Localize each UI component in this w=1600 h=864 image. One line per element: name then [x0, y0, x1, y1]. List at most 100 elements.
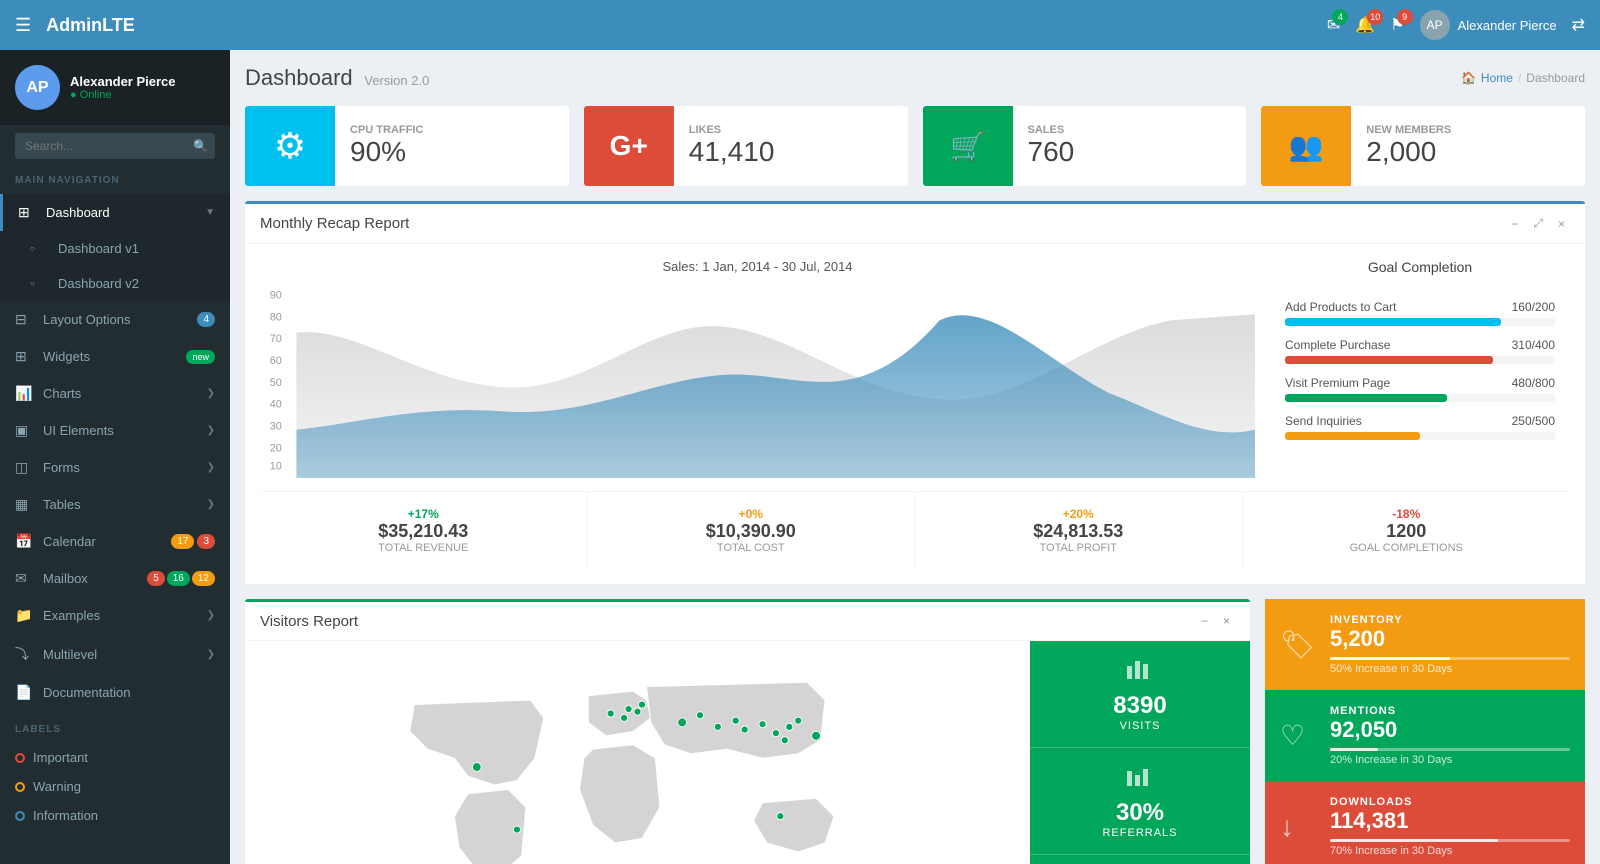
sidebar-item-dashboard-v2[interactable]: ○ Dashboard v2 — [0, 266, 230, 301]
chart-section: Sales: 1 Jan, 2014 - 30 Jul, 2014 — [260, 259, 1570, 481]
referrals-chart-icon — [1125, 763, 1155, 794]
mentions-info: MENTIONS 92,050 20% Increase in 30 Days — [1330, 705, 1570, 766]
sidebar-item-examples[interactable]: 📁 Examples ❯ — [0, 597, 230, 634]
sidebar-item-dashboard[interactable]: ⊞ Dashboard ▼ — [0, 194, 230, 231]
bell-nav-icon[interactable]: 🔔 10 — [1355, 15, 1375, 35]
side-stat-mentions: ♡ MENTIONS 92,050 20% Increase in 30 Day… — [1265, 690, 1585, 781]
goal-row-3: Send Inquiries 250/500 — [1285, 414, 1555, 428]
sidebar-toggle[interactable]: ☰ — [15, 15, 31, 36]
sidebar-item-forms[interactable]: ◫ Forms ❯ — [0, 449, 230, 486]
goal-bar-2 — [1285, 394, 1447, 402]
goal-item-0: Add Products to Cart 160/200 — [1285, 300, 1555, 326]
top-navigation: ☰ AdminLTE ✉ 4 🔔 10 ⚑ 9 AP Alexander Pie… — [0, 0, 1600, 50]
flag-nav-icon[interactable]: ⚑ 9 — [1390, 15, 1404, 35]
visitor-stat-organic: 70% ORGANIC — [1030, 855, 1250, 864]
mentions-desc: 20% Increase in 30 Days — [1330, 754, 1570, 766]
main-content: Dashboard Version 2.0 🏠 Home / Dashboard… — [230, 50, 1600, 864]
likes-content: LIKES 41,410 — [674, 114, 790, 178]
close-button[interactable]: × — [1553, 214, 1570, 233]
info-box-members: 👥 NEW MEMBERS 2,000 — [1261, 106, 1585, 186]
goal-label-0: Add Products to Cart — [1285, 300, 1396, 314]
sidebar-item-tables[interactable]: ▦ Tables ❯ — [0, 486, 230, 523]
goal-item-1: Complete Purchase 310/400 — [1285, 338, 1555, 364]
sidebar-item-calendar[interactable]: 📅 Calendar 17 3 — [0, 523, 230, 560]
visitor-stat-visits: 8390 VISITS — [1030, 641, 1250, 748]
sidebar: AP Alexander Pierce Online 🔍 MAIN NAVIGA… — [0, 50, 230, 864]
stat-change-1: +0% — [603, 507, 900, 521]
sales-chart: 90 80 70 60 50 40 30 20 10 — [260, 284, 1255, 478]
sidebar-avatar: AP — [15, 65, 60, 110]
stat-value-1: $10,390.90 — [603, 521, 900, 542]
page-header: Dashboard Version 2.0 🏠 Home / Dashboard — [245, 65, 1585, 91]
minimize-button[interactable]: − — [1506, 214, 1523, 233]
sidebar-item-multilevel[interactable]: ⤵ Multilevel ❯ — [0, 634, 230, 674]
sidebar-item-widgets[interactable]: ⊞ Widgets new — [0, 338, 230, 375]
sidebar-item-mailbox[interactable]: ✉ Mailbox 5 16 12 — [0, 560, 230, 597]
label-item-warning[interactable]: Warning — [0, 772, 230, 801]
sales-content: SALES 760 — [1013, 114, 1090, 178]
inventory-value: 5,200 — [1330, 626, 1570, 652]
share-icon[interactable]: ⇄ — [1572, 15, 1585, 35]
sales-label: SALES — [1028, 124, 1075, 136]
user-menu[interactable]: AP Alexander Pierce — [1420, 10, 1557, 40]
sales-value: 760 — [1028, 136, 1075, 168]
svg-text:60: 60 — [270, 355, 282, 367]
sidebar-item-documentation[interactable]: 📄 Documentation — [0, 674, 230, 711]
search-input[interactable] — [15, 133, 215, 159]
info-box-likes: G+ LIKES 41,410 — [584, 106, 908, 186]
calendar-badge2: 3 — [197, 534, 215, 549]
page-title-area: Dashboard Version 2.0 — [245, 65, 429, 91]
visits-label: VISITS — [1120, 720, 1161, 732]
layout-icon: ⊟ — [15, 311, 35, 328]
users-icon: 👥 — [1289, 130, 1324, 163]
stat-item-0: +17% $35,210.43 TOTAL REVENUE — [260, 492, 588, 569]
cpu-content: CPU TRAFFIC 90% — [335, 114, 438, 178]
goal-bar-0 — [1285, 318, 1501, 326]
sidebar-search-container: 🔍 — [0, 125, 230, 167]
label-item-important[interactable]: Important — [0, 743, 230, 772]
downloads-desc: 70% Increase in 30 Days — [1330, 845, 1570, 857]
cart-icon: 🛒 — [950, 130, 985, 163]
sidebar-item-charts[interactable]: 📊 Charts ❯ — [0, 375, 230, 412]
sidebar-item-layout[interactable]: ⊟ Layout Options 4 — [0, 301, 230, 338]
sidebar-section-label: MAIN NAVIGATION — [0, 167, 230, 194]
visitors-card-tools: − × — [1196, 612, 1235, 630]
svg-text:40: 40 — [270, 399, 282, 411]
monthly-report-header: Monthly Recap Report − ⤢ × — [245, 204, 1585, 244]
goal-label-1: Complete Purchase — [1285, 338, 1390, 352]
goal-bar-3 — [1285, 432, 1420, 440]
chevron-right-icon: ❯ — [207, 388, 215, 399]
downloads-bar-bg — [1330, 839, 1570, 842]
sidebar-item-ui-elements[interactable]: ▣ UI Elements ❯ — [0, 412, 230, 449]
charts-icon: 📊 — [15, 385, 35, 402]
monthly-report-body: Sales: 1 Jan, 2014 - 30 Jul, 2014 — [245, 244, 1585, 584]
widgets-badge: new — [186, 350, 215, 364]
likes-value: 41,410 — [689, 136, 775, 168]
referrals-label: REFERRALS — [1102, 827, 1177, 839]
dashboard-submenu: ○ Dashboard v1 ○ Dashboard v2 — [0, 231, 230, 301]
visitors-content: 8390 VISITS — [245, 641, 1250, 864]
visitors-close-button[interactable]: × — [1218, 612, 1235, 630]
label-warning: Warning — [33, 779, 81, 794]
goal-bar-bg-3 — [1285, 432, 1555, 440]
label-item-information[interactable]: Information — [0, 801, 230, 830]
sidebar-item-dashboard-v1[interactable]: ○ Dashboard v1 — [0, 231, 230, 266]
stat-label-3: GOAL COMPLETIONS — [1258, 542, 1556, 554]
chart-title: Sales: 1 Jan, 2014 - 30 Jul, 2014 — [260, 259, 1255, 274]
visits-number: 8390 — [1113, 692, 1166, 720]
mail-nav-icon[interactable]: ✉ 4 — [1327, 15, 1340, 35]
chevron-right-icon: ❯ — [207, 462, 215, 473]
home-icon: 🏠 — [1461, 71, 1476, 85]
labels-section-label: LABELS — [0, 716, 230, 743]
breadcrumb-home[interactable]: Home — [1481, 71, 1513, 85]
likes-icon-box: G+ — [584, 106, 674, 186]
expand-button[interactable]: ⤢ — [1528, 214, 1548, 233]
stat-label-2: TOTAL PROFIT — [930, 542, 1227, 554]
inventory-info: INVENTORY 5,200 50% Increase in 30 Days — [1330, 614, 1570, 675]
visitors-minimize-button[interactable]: − — [1196, 612, 1213, 630]
goal-completion-title: Goal Completion — [1270, 259, 1570, 275]
downloads-bar-fill — [1330, 839, 1498, 842]
tables-icon: ▦ — [15, 496, 35, 513]
mentions-value: 92,050 — [1330, 717, 1570, 743]
stat-value-3: 1200 — [1258, 521, 1556, 542]
